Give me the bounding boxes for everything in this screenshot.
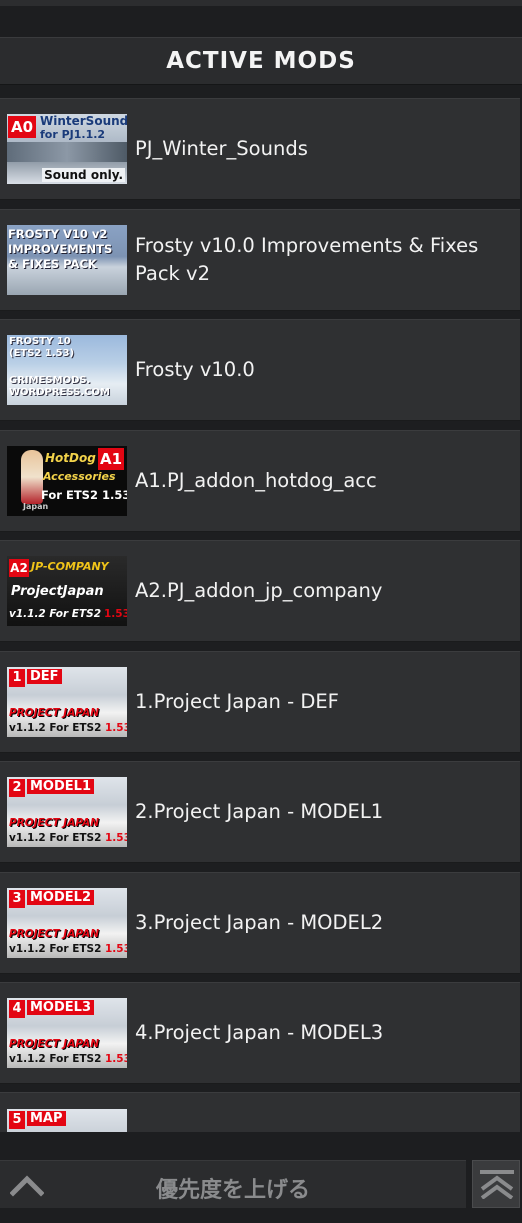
- thumb-scene: [7, 142, 127, 162]
- mod-row-hotdog-acc[interactable]: HotDog A1 Accessories For ETS2 1.53 Japa…: [0, 430, 520, 532]
- thumb-title: MODEL2: [27, 890, 94, 905]
- mod-thumbnail: A2 JP-COMPANY ProjectJapan v1.1.2 For ET…: [7, 556, 127, 626]
- thumb-title: HotDog: [45, 451, 96, 465]
- mod-thumbnail: 1 DEF PROJECT JAPAN v1.1.2 For ETS2 1.53: [7, 667, 127, 737]
- thumb-version: For ETS2 1.53: [41, 488, 127, 502]
- thumb-game-version: 1.53: [104, 608, 127, 620]
- top-strip: [0, 0, 522, 6]
- mod-thumbnail: HotDog A1 Accessories For ETS2 1.53 Japa…: [7, 446, 127, 516]
- thumb-figure: [21, 450, 43, 504]
- mod-name: 1.Project Japan - DEF: [135, 690, 339, 713]
- thumb-version: v1.1.2 For ETS2: [9, 1053, 102, 1065]
- thumb-brand: Japan: [23, 502, 49, 511]
- mod-row-frosty[interactable]: FROSTY 10 (ETS2 1.53) GRIMESMODS. WORDPR…: [0, 319, 520, 421]
- raise-priority-label: 優先度を上げる: [155, 1178, 310, 1203]
- thumb-title: MODEL1: [27, 779, 94, 794]
- thumb-note: Sound only.: [42, 168, 125, 182]
- thumb-title: FROSTY V10 v2: [8, 227, 108, 241]
- thumb-version: v1.1.2 For ETS2: [9, 832, 102, 844]
- mod-thumbnail: 5 MAP: [7, 1109, 127, 1132]
- mod-thumbnail: 2 MODEL1 PROJECT JAPAN v1.1.2 For ETS2 1…: [7, 777, 127, 847]
- thumb-site: GRIMESMODS.: [9, 375, 91, 386]
- thumb-version: v1.1.2 For ETS2: [9, 722, 102, 734]
- badge-label: A0: [8, 116, 36, 138]
- thumb-game-version: 1.53: [105, 1053, 127, 1065]
- active-mods-header: ACTIVE MODS: [0, 37, 522, 85]
- mod-thumbnail: 3 MODEL2 PROJECT JAPAN v1.1.2 For ETS2 1…: [7, 888, 127, 958]
- thumb-subtitle: IMPROVEMENTS: [8, 242, 113, 256]
- mod-row-pj-def[interactable]: 1 DEF PROJECT JAPAN v1.1.2 For ETS2 1.53…: [0, 651, 520, 753]
- thumb-title: WinterSounds: [40, 114, 127, 128]
- mod-row-pj-model2[interactable]: 3 MODEL2 PROJECT JAPAN v1.1.2 For ETS2 1…: [0, 872, 520, 974]
- thumb-game-version: 1.53: [105, 943, 127, 955]
- active-mods-list[interactable]: A0 WinterSounds for PJ1.1.2 Sound only. …: [0, 98, 520, 1132]
- mod-name: PJ_Winter_Sounds: [135, 137, 308, 160]
- thumb-note: & FIXES PACK: [8, 257, 97, 271]
- badge-number: 2: [9, 779, 25, 797]
- header-title: ACTIVE MODS: [166, 48, 356, 74]
- mod-row-pj-model3[interactable]: 4 MODEL3 PROJECT JAPAN v1.1.2 For ETS2 1…: [0, 982, 520, 1084]
- badge-number: 3: [9, 890, 25, 908]
- thumb-subtitle: Accessories: [43, 470, 116, 483]
- thumb-brand: PROJECT JAPAN: [9, 1038, 99, 1050]
- raise-priority-button[interactable]: 優先度を上げる: [0, 1160, 466, 1208]
- mod-name: 3.Project Japan - MODEL2: [135, 911, 384, 934]
- mod-thumbnail: FROSTY 10 (ETS2 1.53) GRIMESMODS. WORDPR…: [7, 335, 127, 405]
- thumb-brand: PROJECT JAPAN: [9, 707, 99, 719]
- mod-name: Frosty v10.0: [135, 358, 255, 381]
- mod-name: A2.PJ_addon_jp_company: [135, 579, 383, 602]
- mod-name: 2.Project Japan - MODEL1: [135, 800, 384, 823]
- badge-number: 5: [9, 1111, 25, 1129]
- thumb-version: v1.1.2 For ETS2: [9, 943, 102, 955]
- thumb-version: v1.1.2 For ETS2: [9, 608, 102, 620]
- thumb-title: FROSTY 10: [9, 336, 71, 347]
- thumb-subtitle: (ETS2 1.53): [9, 348, 75, 359]
- mod-row-pj-map[interactable]: 5 MAP: [0, 1092, 520, 1132]
- move-to-top-button[interactable]: [472, 1160, 520, 1208]
- mod-row-frosty-improvements[interactable]: FROSTY V10 v2 IMPROVEMENTS & FIXES PACK …: [0, 209, 520, 311]
- thumb-title: JP-COMPANY: [31, 560, 109, 573]
- mod-row-winter-sounds[interactable]: A0 WinterSounds for PJ1.1.2 Sound only. …: [0, 98, 520, 200]
- thumb-title: MODEL3: [27, 1000, 94, 1015]
- mod-row-pj-model1[interactable]: 2 MODEL1 PROJECT JAPAN v1.1.2 For ETS2 1…: [0, 761, 520, 863]
- thumb-site-domain: WORDPRESS.COM: [9, 387, 110, 398]
- badge-label: A1: [98, 448, 124, 470]
- mod-thumbnail: A0 WinterSounds for PJ1.1.2 Sound only.: [7, 114, 127, 184]
- mod-name: Frosty v10.0 Improvements & Fixes Pack v…: [135, 234, 479, 285]
- thumb-brand: PROJECT JAPAN: [9, 928, 99, 940]
- double-chevron-up-icon: [478, 1169, 516, 1203]
- mod-row-jp-company[interactable]: A2 JP-COMPANY ProjectJapan v1.1.2 For ET…: [0, 540, 520, 642]
- badge-number: 4: [9, 1000, 25, 1018]
- thumb-game-version: 1.53: [105, 832, 127, 844]
- mod-name: 4.Project Japan - MODEL3: [135, 1021, 384, 1044]
- mod-name: A1.PJ_addon_hotdog_acc: [135, 469, 377, 492]
- thumb-subtitle: for PJ1.1.2: [40, 128, 106, 141]
- mod-thumbnail: FROSTY V10 v2 IMPROVEMENTS & FIXES PACK: [7, 225, 127, 295]
- badge-label: A2: [9, 559, 29, 577]
- mod-thumbnail: 4 MODEL3 PROJECT JAPAN v1.1.2 For ETS2 1…: [7, 998, 127, 1068]
- thumb-game-version: 1.53: [105, 722, 127, 734]
- badge-number: 1: [9, 669, 25, 687]
- thumb-brand: PROJECT JAPAN: [9, 817, 99, 829]
- thumb-brand: ProjectJapan: [11, 584, 104, 599]
- thumb-title: DEF: [27, 669, 62, 684]
- thumb-title: MAP: [27, 1111, 66, 1126]
